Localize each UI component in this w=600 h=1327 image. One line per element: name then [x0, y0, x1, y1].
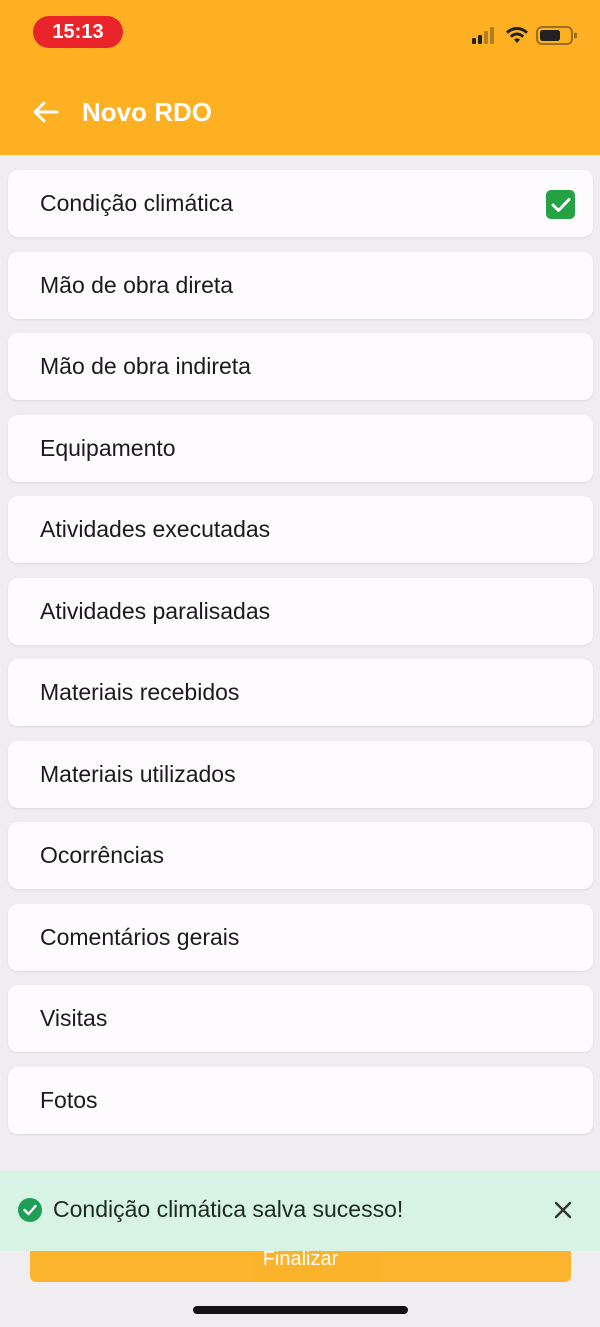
section-item-materiais-utilizados[interactable]: Materiais utilizados — [8, 740, 593, 808]
status-icons — [472, 24, 578, 46]
arrow-left-icon — [33, 101, 59, 123]
section-item-mao-de-obra-indireta[interactable]: Mão de obra indireta — [8, 333, 593, 400]
section-item-condicao-climatica[interactable]: Condição climática — [8, 170, 593, 237]
wifi-icon — [506, 27, 528, 43]
checkbox-checked-icon — [546, 190, 575, 219]
status-icons-svg — [472, 26, 577, 45]
section-item-label: Equipamento — [40, 434, 176, 461]
section-item-materiais-recebidos[interactable]: Materiais recebidos — [8, 659, 593, 726]
signal-icon — [472, 27, 494, 44]
section-item-comentarios-gerais[interactable]: Comentários gerais — [8, 903, 593, 971]
nav-bar: Novo RDO — [0, 80, 600, 144]
section-item-atividades-paralisadas[interactable]: Atividades paralisadas — [8, 577, 593, 645]
section-item-label: Atividades executadas — [40, 516, 271, 542]
status-bar: 15:13 — [0, 0, 600, 66]
section-item-label: Comentários gerais — [40, 923, 240, 950]
section-item-label: Ocorrências — [40, 842, 164, 868]
section-item-label: Condição climática — [40, 190, 234, 216]
close-toast-button[interactable] — [548, 1195, 578, 1225]
section-item-label: Materiais utilizados — [40, 760, 236, 787]
toast-message: Condição climática salva sucesso! — [53, 1196, 404, 1222]
section-item-label: Materiais recebidos — [40, 679, 240, 705]
status-time: 15:13 — [33, 16, 123, 48]
home-indicator — [193, 1306, 408, 1314]
section-item-fotos[interactable]: Fotos — [8, 1066, 593, 1134]
success-toast: Condição climática salva sucesso! — [0, 1171, 600, 1251]
section-item-equipamento[interactable]: Equipamento — [8, 414, 593, 482]
check-circle-icon — [18, 1198, 42, 1222]
section-item-atividades-executadas[interactable]: Atividades executadas — [8, 496, 593, 563]
section-item-visitas[interactable]: Visitas — [8, 985, 593, 1052]
section-item-label: Atividades paralisadas — [40, 597, 271, 624]
section-item-ocorrencias[interactable]: Ocorrências — [8, 822, 593, 889]
battery-icon — [536, 26, 577, 45]
section-item-label: Mão de obra indireta — [40, 353, 251, 379]
page-title: Novo RDO — [82, 97, 212, 127]
close-icon — [554, 1201, 572, 1219]
back-button[interactable] — [28, 94, 64, 130]
section-item-label: Fotos — [40, 1086, 98, 1113]
section-item-mao-de-obra-direta[interactable]: Mão de obra direta — [8, 251, 593, 319]
section-item-label: Visitas — [40, 1005, 108, 1031]
section-item-label: Mão de obra direta — [40, 271, 234, 298]
rdo-section-list: Condição climática Mão de obra direta Mã… — [8, 170, 593, 1148]
app-header: 15:13 Novo RDO — [0, 0, 600, 155]
